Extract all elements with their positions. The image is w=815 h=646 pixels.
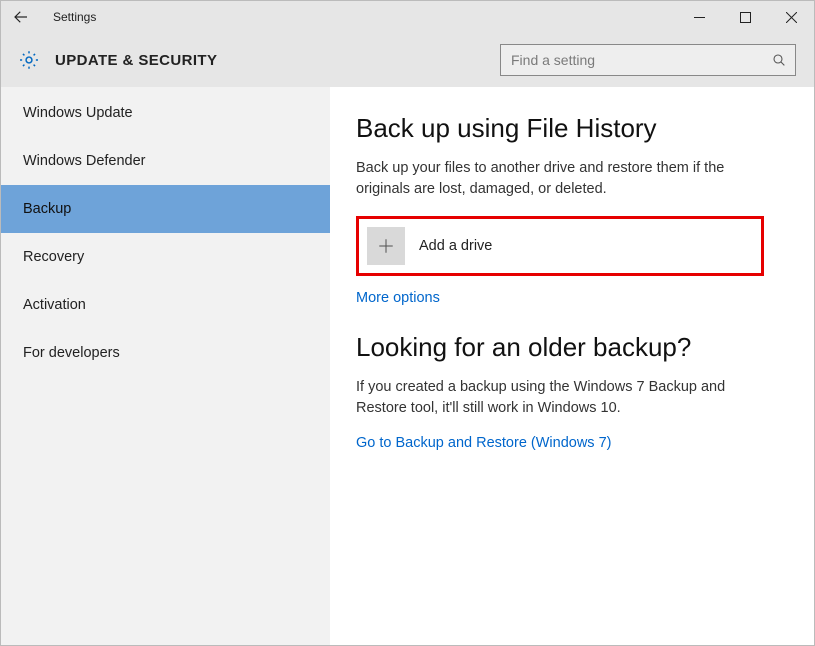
search-box[interactable]: [500, 44, 796, 76]
settings-window: Settings UPDATE & SECURITY: [0, 0, 815, 646]
older-backup-description: If you created a backup using the Window…: [356, 377, 766, 419]
window-title: Settings: [53, 10, 96, 24]
sidebar-item-windows-update[interactable]: Windows Update: [1, 89, 330, 137]
search-input[interactable]: [511, 52, 771, 68]
section-title: UPDATE & SECURITY: [55, 52, 217, 69]
close-icon: [786, 12, 797, 23]
sidebar-item-backup[interactable]: Backup: [1, 185, 330, 233]
titlebar: Settings: [1, 1, 814, 33]
sidebar-item-for-developers[interactable]: For developers: [1, 329, 330, 377]
content: Windows Update Windows Defender Backup R…: [1, 87, 814, 645]
window-controls: [676, 1, 814, 33]
main-panel: Back up using File History Back up your …: [330, 87, 814, 645]
sidebar-item-windows-defender[interactable]: Windows Defender: [1, 137, 330, 185]
heading-older-backup: Looking for an older backup?: [356, 332, 788, 363]
sidebar-item-activation[interactable]: Activation: [1, 281, 330, 329]
backup-restore-link[interactable]: Go to Backup and Restore (Windows 7): [356, 435, 788, 451]
minimize-button[interactable]: [676, 1, 722, 33]
sidebar-item-label: Windows Update: [23, 105, 133, 121]
maximize-button[interactable]: [722, 1, 768, 33]
sidebar-item-label: Activation: [23, 297, 86, 313]
minimize-icon: [694, 12, 705, 23]
add-drive-label: Add a drive: [419, 238, 492, 254]
sidebar-item-label: Recovery: [23, 249, 84, 265]
back-arrow-icon: [12, 8, 30, 26]
file-history-description: Back up your files to another drive and …: [356, 158, 766, 200]
sidebar-item-label: For developers: [23, 345, 120, 361]
search-icon: [771, 52, 787, 68]
sidebar-item-label: Windows Defender: [23, 153, 146, 169]
plus-icon: [367, 227, 405, 265]
sidebar-item-recovery[interactable]: Recovery: [1, 233, 330, 281]
close-button[interactable]: [768, 1, 814, 33]
add-drive-button[interactable]: Add a drive: [356, 216, 764, 276]
sidebar-item-label: Backup: [23, 201, 71, 217]
maximize-icon: [740, 12, 751, 23]
back-button[interactable]: [7, 3, 35, 31]
titlebar-left: Settings: [7, 3, 96, 31]
header: UPDATE & SECURITY: [1, 33, 814, 87]
heading-file-history: Back up using File History: [356, 113, 788, 144]
more-options-link[interactable]: More options: [356, 290, 788, 306]
gear-icon: [17, 48, 41, 72]
sidebar: Windows Update Windows Defender Backup R…: [1, 87, 330, 645]
